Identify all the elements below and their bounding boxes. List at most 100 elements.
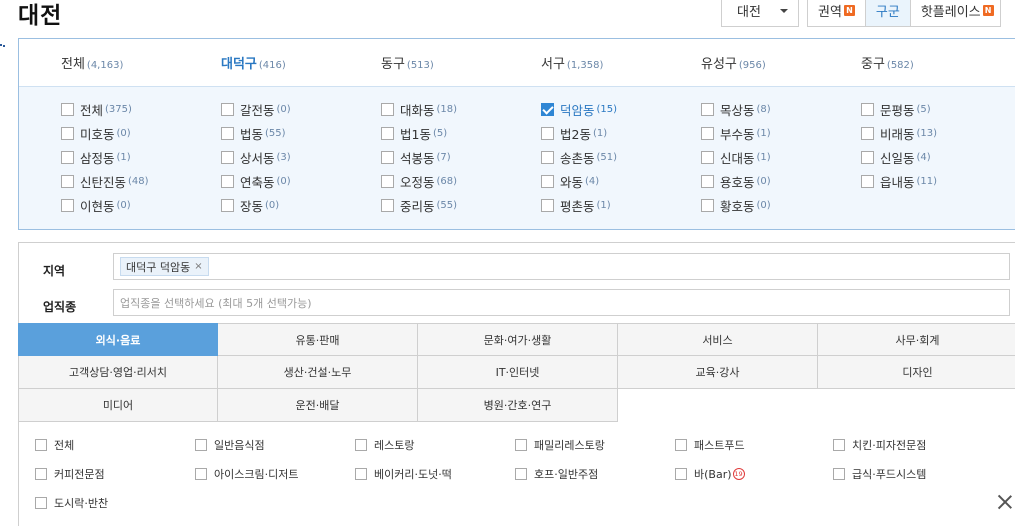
dong-checkbox-item[interactable]: 오정동 (68) (381, 172, 457, 190)
dong-checkbox-item[interactable]: 삼정동 (1) (61, 148, 131, 166)
checkbox[interactable] (221, 174, 234, 188)
checkbox[interactable] (701, 102, 714, 116)
dong-checkbox-item[interactable]: 읍내동 (11) (861, 172, 937, 190)
dong-checkbox-item[interactable]: 전체 (375) (61, 100, 132, 118)
checkbox[interactable] (541, 126, 554, 140)
checkbox[interactable] (833, 468, 845, 480)
subcategory-item[interactable]: 전체 (35, 437, 74, 453)
dong-checkbox-item[interactable]: 용호동 (0) (701, 172, 771, 190)
category-tab[interactable]: 유통·판매 (218, 323, 418, 356)
subcategory-item[interactable]: 패스트푸드 (675, 437, 745, 453)
subcategory-item[interactable]: 바(Bar) 19 (675, 466, 745, 482)
dong-checkbox-item[interactable]: 법동 (55) (221, 124, 286, 142)
checkbox[interactable] (221, 150, 234, 164)
checkbox[interactable] (833, 439, 845, 451)
dong-checkbox-item[interactable]: 장동 (0) (221, 196, 279, 214)
checkbox[interactable] (381, 174, 394, 188)
checkbox[interactable] (355, 468, 367, 480)
checkbox[interactable] (221, 198, 234, 212)
category-tab[interactable]: 서비스 (618, 323, 818, 356)
dong-checkbox-item[interactable]: 법1동 (5) (381, 124, 447, 142)
checkbox[interactable] (35, 468, 47, 480)
checkbox[interactable] (61, 198, 74, 212)
checkbox[interactable] (195, 439, 207, 451)
category-tab[interactable]: 미디어 (18, 389, 218, 422)
checkbox[interactable] (541, 150, 554, 164)
dong-checkbox-item[interactable]: 부수동 (1) (701, 124, 771, 142)
subcategory-item[interactable]: 레스토랑 (355, 437, 414, 453)
checkbox[interactable] (381, 150, 394, 164)
mode-tab[interactable]: 권역 N (808, 0, 866, 26)
dong-checkbox-item[interactable]: 신일동 (4) (861, 148, 931, 166)
subcategory-item[interactable]: 급식·푸드시스템 (833, 466, 926, 482)
subcategory-item[interactable]: 아이스크림·디저트 (195, 466, 298, 482)
gu-tab[interactable]: 대덕구 (416) (221, 53, 286, 72)
category-tab[interactable]: 디자인 (818, 356, 1015, 389)
mode-tab[interactable]: 구군 (865, 0, 911, 26)
checkbox[interactable] (861, 126, 874, 140)
category-tab[interactable]: 외식·음료 (18, 323, 218, 356)
mode-tab[interactable]: 핫플레이스 N (910, 0, 1000, 26)
dong-checkbox-item[interactable]: 평촌동 (1) (541, 196, 611, 214)
dong-checkbox-item[interactable]: 대화동 (18) (381, 100, 457, 118)
checkbox[interactable] (701, 198, 714, 212)
remove-tag-icon[interactable]: × (194, 261, 202, 272)
category-tab[interactable]: IT·인터넷 (418, 356, 618, 389)
dong-checkbox-item[interactable]: 신탄진동 (48) (61, 172, 149, 190)
gu-tab[interactable]: 서구 (1,358) (541, 53, 603, 72)
checkbox[interactable] (61, 150, 74, 164)
dong-checkbox-item[interactable]: 갈전동 (0) (221, 100, 291, 118)
category-tab[interactable]: 생산·건설·노무 (218, 356, 418, 389)
checkbox[interactable] (355, 439, 367, 451)
gu-tab[interactable]: 전체 (4,163) (61, 53, 123, 72)
gu-tab[interactable]: 유성구 (956) (701, 53, 766, 72)
subcategory-item[interactable]: 도시락·반찬 (35, 495, 108, 511)
checkbox[interactable] (541, 198, 554, 212)
dong-checkbox-item[interactable]: 덕암동 (15) (541, 100, 617, 118)
checkbox[interactable] (221, 126, 234, 140)
subcategory-item[interactable]: 패밀리레스토랑 (515, 437, 605, 453)
category-tab[interactable]: 문화·여가·생활 (418, 323, 618, 356)
checkbox[interactable] (701, 150, 714, 164)
subcategory-item[interactable]: 치킨·피자전문점 (833, 437, 926, 453)
subcategory-item[interactable]: 커피전문점 (35, 466, 105, 482)
checkbox[interactable] (675, 439, 687, 451)
checkbox[interactable] (35, 439, 47, 451)
checkbox[interactable] (61, 174, 74, 188)
dong-checkbox-item[interactable]: 송촌동 (51) (541, 148, 617, 166)
gu-tab[interactable]: 중구 (582) (861, 53, 914, 72)
dong-checkbox-item[interactable]: 이현동 (0) (61, 196, 131, 214)
category-tab[interactable]: 교육·강사 (618, 356, 818, 389)
city-select[interactable]: 대전 (721, 0, 799, 27)
checkbox[interactable] (381, 102, 394, 116)
checkbox[interactable] (195, 468, 207, 480)
checkbox[interactable] (381, 126, 394, 140)
dong-checkbox-item[interactable]: 황호동 (0) (701, 196, 771, 214)
category-tab[interactable]: 운전·배달 (218, 389, 418, 422)
dong-checkbox-item[interactable]: 중리동 (55) (381, 196, 457, 214)
checkbox[interactable] (515, 468, 527, 480)
dong-checkbox-item[interactable]: 비래동 (13) (861, 124, 937, 142)
subcategory-item[interactable]: 호프·일반주점 (515, 466, 598, 482)
dong-checkbox-item[interactable]: 목상동 (8) (701, 100, 771, 118)
close-icon[interactable] (996, 493, 1014, 511)
category-tab[interactable]: 사무·회계 (818, 323, 1015, 356)
gu-tab[interactable]: 동구 (513) (381, 53, 434, 72)
dong-checkbox-item[interactable]: 와동 (4) (541, 172, 599, 190)
dong-checkbox-item[interactable]: 석봉동 (7) (381, 148, 451, 166)
checkbox[interactable] (861, 150, 874, 164)
checkbox[interactable] (701, 126, 714, 140)
checkbox[interactable] (541, 174, 554, 188)
category-tab[interactable]: 병원·간호·연구 (418, 389, 618, 422)
region-field[interactable]: 대덕구 덕암동 × (113, 253, 1010, 280)
checkbox[interactable] (861, 102, 874, 116)
subcategory-item[interactable]: 일반음식점 (195, 437, 265, 453)
checkbox[interactable] (541, 102, 554, 116)
checkbox[interactable] (221, 102, 234, 116)
dong-checkbox-item[interactable]: 신대동 (1) (701, 148, 771, 166)
checkbox[interactable] (675, 468, 687, 480)
dong-checkbox-item[interactable]: 연축동 (0) (221, 172, 291, 190)
dong-checkbox-item[interactable]: 문평동 (5) (861, 100, 931, 118)
checkbox[interactable] (35, 497, 47, 509)
dong-checkbox-item[interactable]: 상서동 (3) (221, 148, 291, 166)
